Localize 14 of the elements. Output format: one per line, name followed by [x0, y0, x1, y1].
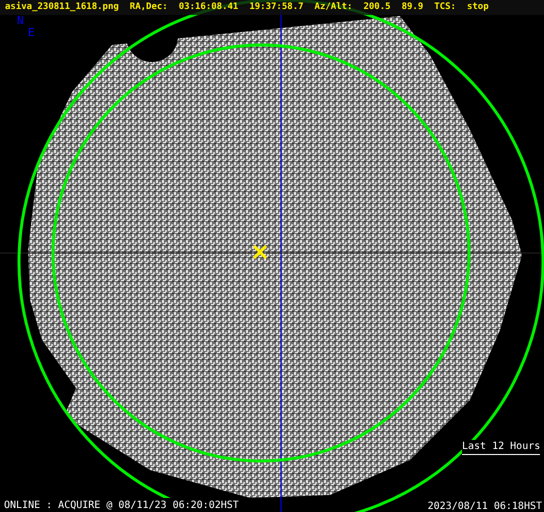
east-label: E — [28, 27, 35, 39]
field-value: 200.5 — [363, 1, 391, 14]
field-label: RA,Dec: — [130, 1, 168, 14]
filename-text: asiva_230811_1618.png — [5, 1, 119, 14]
range-link[interactable]: Last 12 Hours — [462, 440, 540, 455]
field-label: Az/Alt: — [314, 1, 352, 14]
north-label: N — [17, 15, 25, 27]
timestamp-text: 2023/08/11 06:18HST — [428, 499, 542, 512]
field-value: stop — [466, 1, 489, 14]
field-value: 19:37:58.7 — [249, 1, 304, 14]
field-value: 03:16:08.41 — [178, 1, 238, 14]
status-text: ONLINE : ACQUIRE @ 08/11/23 06:20:02HST — [4, 498, 239, 512]
field-value: 89.9 — [402, 1, 424, 14]
field-label: TCS: — [434, 1, 456, 14]
